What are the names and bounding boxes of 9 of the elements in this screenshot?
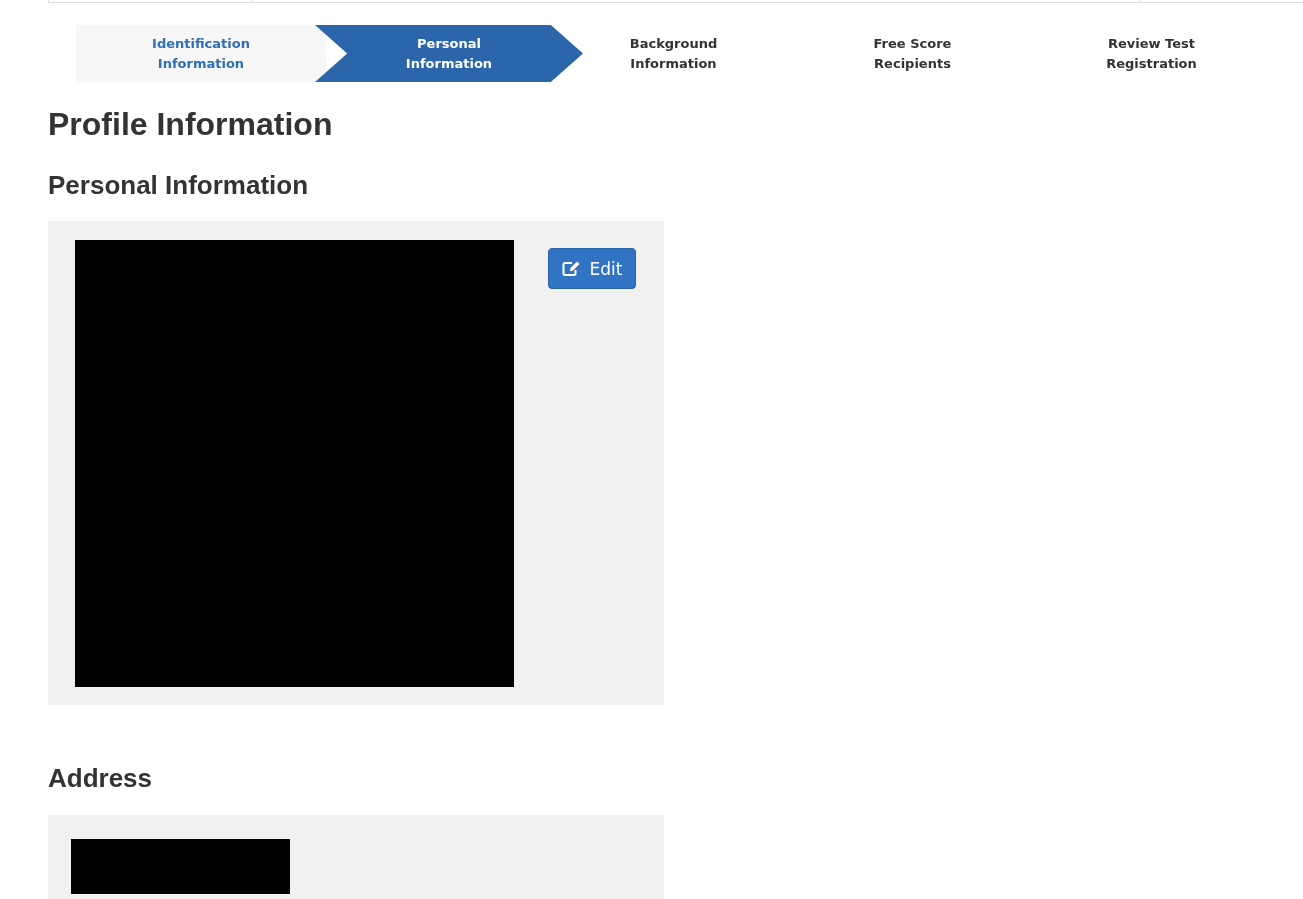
edit-button[interactable]: Edit <box>548 248 636 289</box>
progress-step[interactable]: Free Score Recipients <box>793 25 1032 82</box>
page-title: Profile Information <box>48 105 334 144</box>
progress-step[interactable]: Identification Information <box>76 25 326 82</box>
section-heading: Personal Information <box>48 170 310 200</box>
section-heading: Address <box>48 763 154 793</box>
progress-step[interactable]: Personal Information <box>315 25 583 82</box>
progress-step[interactable]: Review Test Registration <box>1032 25 1271 82</box>
edit-icon <box>561 260 581 277</box>
